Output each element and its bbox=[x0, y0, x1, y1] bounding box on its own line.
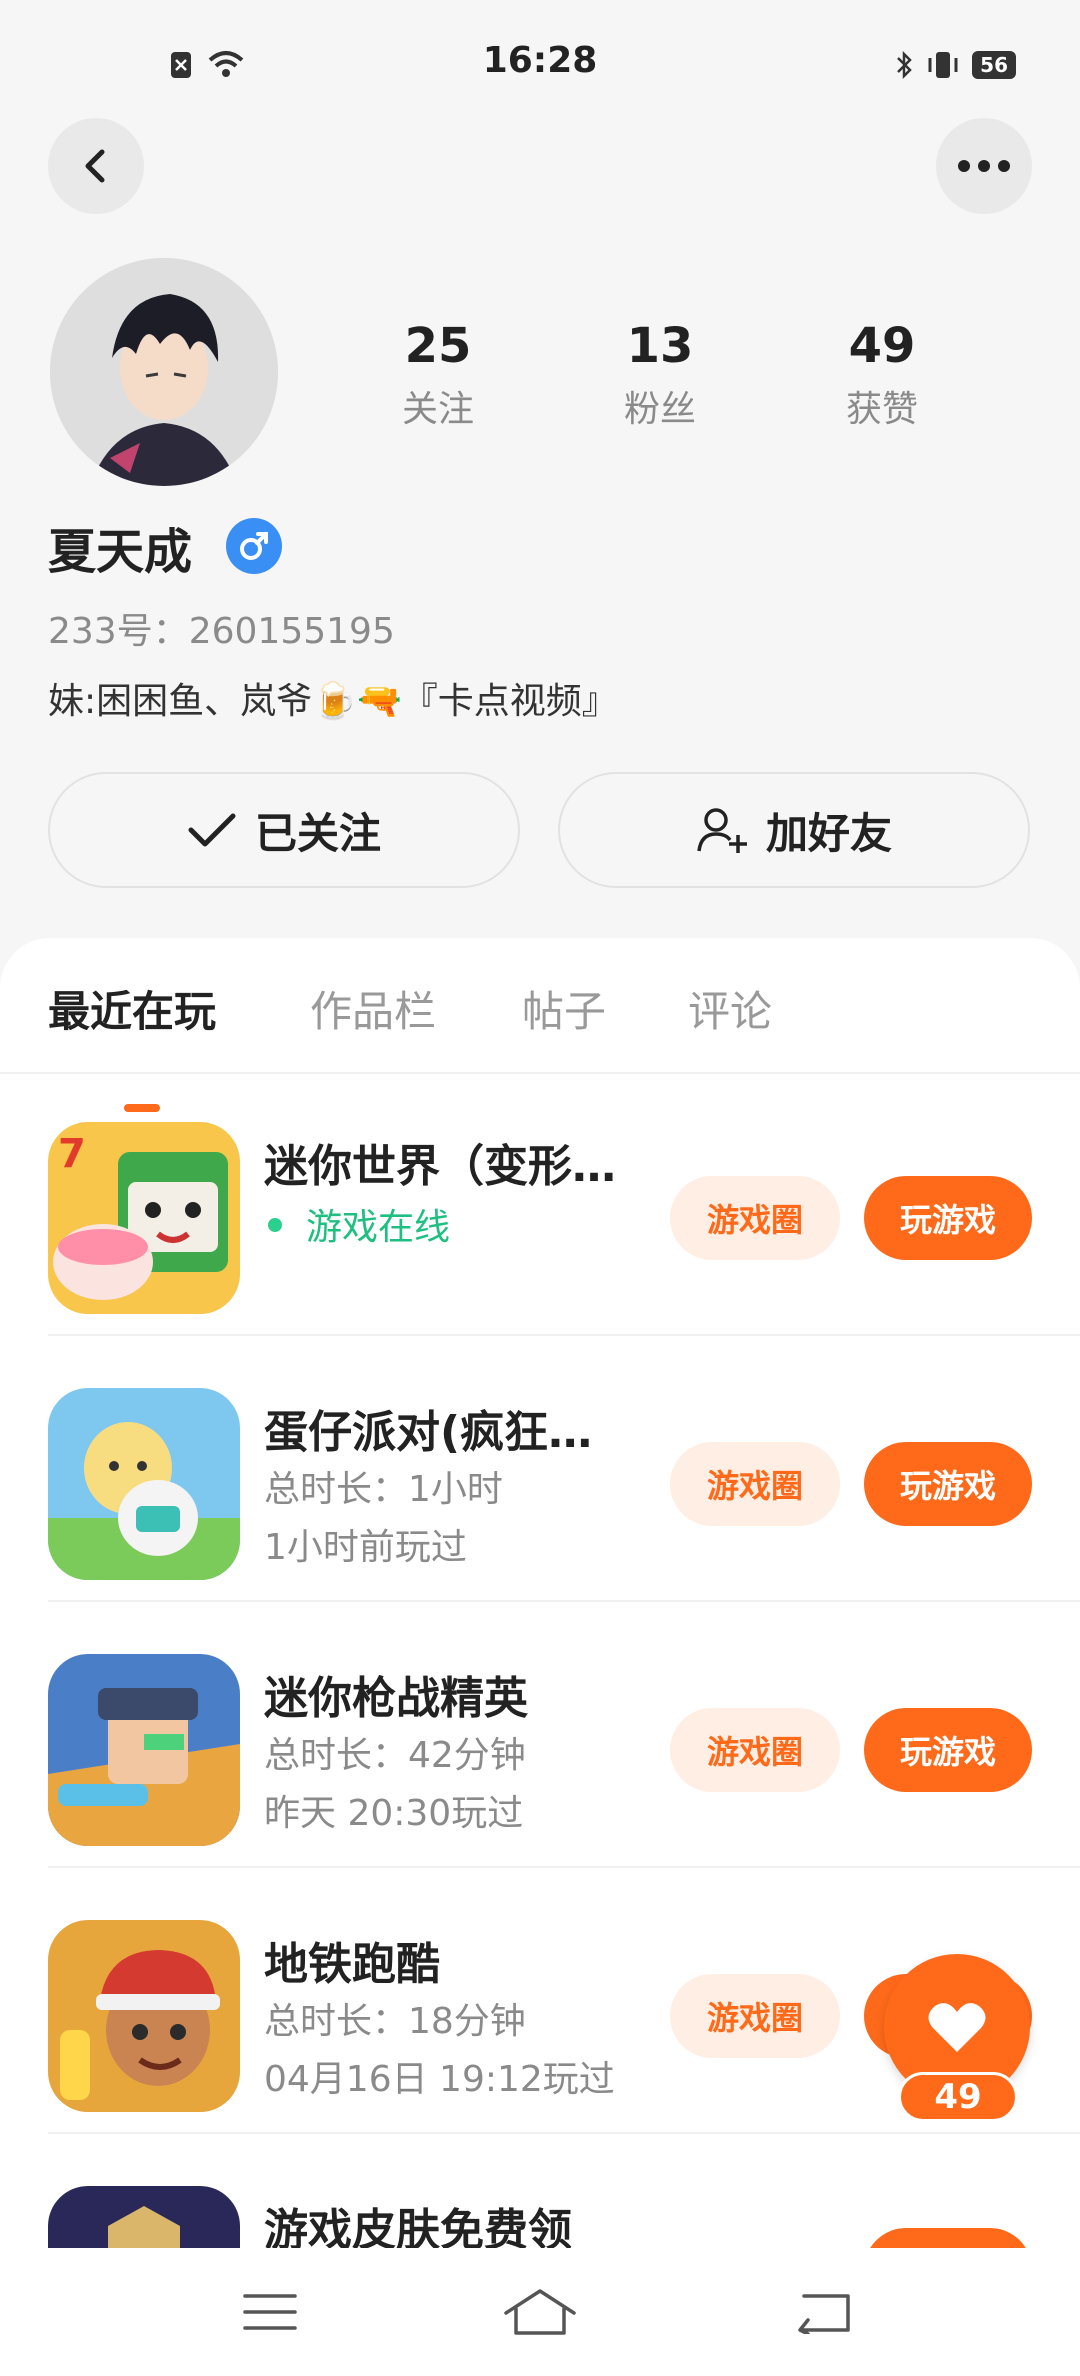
following-button[interactable]: 已关注 bbox=[48, 772, 520, 888]
stat-followers-label: 粉丝 bbox=[623, 389, 696, 430]
game-last-played: 1小时前玩过 bbox=[264, 1527, 467, 1568]
game-duration: 总时长：18分钟 bbox=[264, 2001, 526, 2042]
game-icon-mini-gun-battle bbox=[48, 1654, 240, 1846]
online-dot-icon bbox=[268, 1218, 282, 1232]
status-bar: 16:28 56 bbox=[0, 0, 1080, 130]
stat-following-count: 25 bbox=[404, 318, 472, 374]
game-icon-subway-surfers bbox=[48, 1920, 240, 2112]
stat-likes[interactable]: 49 获赞 bbox=[802, 318, 962, 432]
game-icon-mini-world: 7 bbox=[48, 1122, 240, 1314]
like-floating-button[interactable]: 49 bbox=[884, 1954, 1034, 2134]
avatar[interactable] bbox=[50, 258, 278, 486]
game-last-played: 04月16日 19:12玩过 bbox=[264, 2059, 615, 2100]
game-last-played: 昨天 20:30玩过 bbox=[264, 1793, 524, 1834]
heart-icon bbox=[928, 2003, 986, 2052]
back-icon bbox=[798, 2294, 850, 2334]
game-circle-button[interactable]: 游戏圈 bbox=[670, 1176, 840, 1260]
add-friend-icon bbox=[697, 808, 747, 853]
tab-posts[interactable]: 帖子 bbox=[522, 978, 606, 1039]
stat-likes-label: 获赞 bbox=[845, 389, 918, 430]
system-nav-bar bbox=[0, 2248, 1080, 2376]
username: 夏天成 bbox=[48, 524, 193, 580]
game-icon-free-skins bbox=[48, 2186, 240, 2248]
avatar-image bbox=[50, 258, 278, 486]
add-friend-button-label: 加好友 bbox=[765, 808, 892, 858]
male-gender-icon bbox=[226, 518, 282, 574]
check-icon bbox=[188, 813, 236, 847]
stat-likes-count: 49 bbox=[848, 318, 916, 374]
game-online-status: 游戏在线 bbox=[264, 1198, 450, 1250]
following-button-label: 已关注 bbox=[254, 808, 381, 858]
stat-followers[interactable]: 13 粉丝 bbox=[580, 318, 740, 432]
game-name: 迷你枪战精英 bbox=[264, 1673, 528, 1724]
game-duration: 总时长：42分钟 bbox=[264, 1735, 526, 1776]
menu-nav-button[interactable] bbox=[230, 2282, 310, 2342]
game-circle-button[interactable]: 游戏圈 bbox=[670, 1442, 840, 1526]
game-circle-button[interactable]: 游戏圈 bbox=[670, 1708, 840, 1792]
user-bio: 妹:困困鱼、岚爷🍺🔫『卡点视频』 bbox=[48, 681, 618, 722]
game-duration: 总时长：1小时 bbox=[264, 1469, 503, 1510]
game-icon-eggy-party bbox=[48, 1388, 240, 1580]
add-friend-button[interactable]: 加好友 bbox=[558, 772, 1030, 888]
more-button[interactable] bbox=[936, 118, 1032, 214]
tab-bar: 最近在玩 作品栏 帖子 评论 bbox=[0, 978, 1080, 1112]
list-item[interactable]: 7 迷你世界（变形… 游戏在线 游戏圈 玩游戏 bbox=[0, 1072, 1080, 1336]
tab-recently-played[interactable]: 最近在玩 bbox=[48, 978, 216, 1039]
game-circle-button[interactable]: 游戏圈 bbox=[670, 1974, 840, 2058]
back-button[interactable] bbox=[48, 118, 144, 214]
tab-comments[interactable]: 评论 bbox=[688, 978, 772, 1039]
list-item[interactable]: 游戏皮肤免费领 bbox=[0, 2136, 1080, 2248]
stat-followers-count: 13 bbox=[626, 318, 694, 374]
game-name: 地铁跑酷 bbox=[264, 1939, 440, 1990]
home-icon bbox=[504, 2289, 576, 2335]
game-name: 迷你世界（变形… bbox=[264, 1141, 616, 1192]
chevron-left-icon bbox=[85, 149, 105, 183]
menu-icon bbox=[243, 2294, 297, 2330]
back-nav-button[interactable] bbox=[784, 2282, 864, 2342]
play-game-button[interactable] bbox=[864, 2228, 1032, 2248]
tab-works[interactable]: 作品栏 bbox=[310, 978, 436, 1039]
play-game-button[interactable]: 玩游戏 bbox=[864, 1442, 1032, 1526]
stat-following-label: 关注 bbox=[401, 389, 474, 430]
play-game-button[interactable]: 玩游戏 bbox=[864, 1176, 1032, 1260]
home-nav-button[interactable] bbox=[500, 2282, 580, 2342]
like-count: 49 bbox=[898, 2072, 1018, 2122]
list-item[interactable]: 蛋仔派对(疯狂… 总时长：1小时 1小时前玩过 游戏圈 玩游戏 bbox=[0, 1338, 1080, 1602]
game-name: 游戏皮肤免费领 bbox=[264, 2205, 572, 2248]
list-item[interactable]: 迷你枪战精英 总时长：42分钟 昨天 20:30玩过 游戏圈 玩游戏 bbox=[0, 1604, 1080, 1868]
svg-text:7: 7 bbox=[58, 1131, 86, 1177]
play-game-button[interactable]: 玩游戏 bbox=[864, 1708, 1032, 1792]
bluetooth-icon bbox=[897, 50, 912, 80]
stat-following[interactable]: 25 关注 bbox=[358, 318, 518, 432]
battery-indicator: 56 bbox=[972, 51, 1016, 79]
vibrate-icon bbox=[928, 52, 958, 78]
more-dots-icon bbox=[958, 160, 1010, 172]
user-id: 233号：260155195 bbox=[48, 611, 395, 652]
game-name: 蛋仔派对(疯狂… bbox=[264, 1407, 593, 1458]
